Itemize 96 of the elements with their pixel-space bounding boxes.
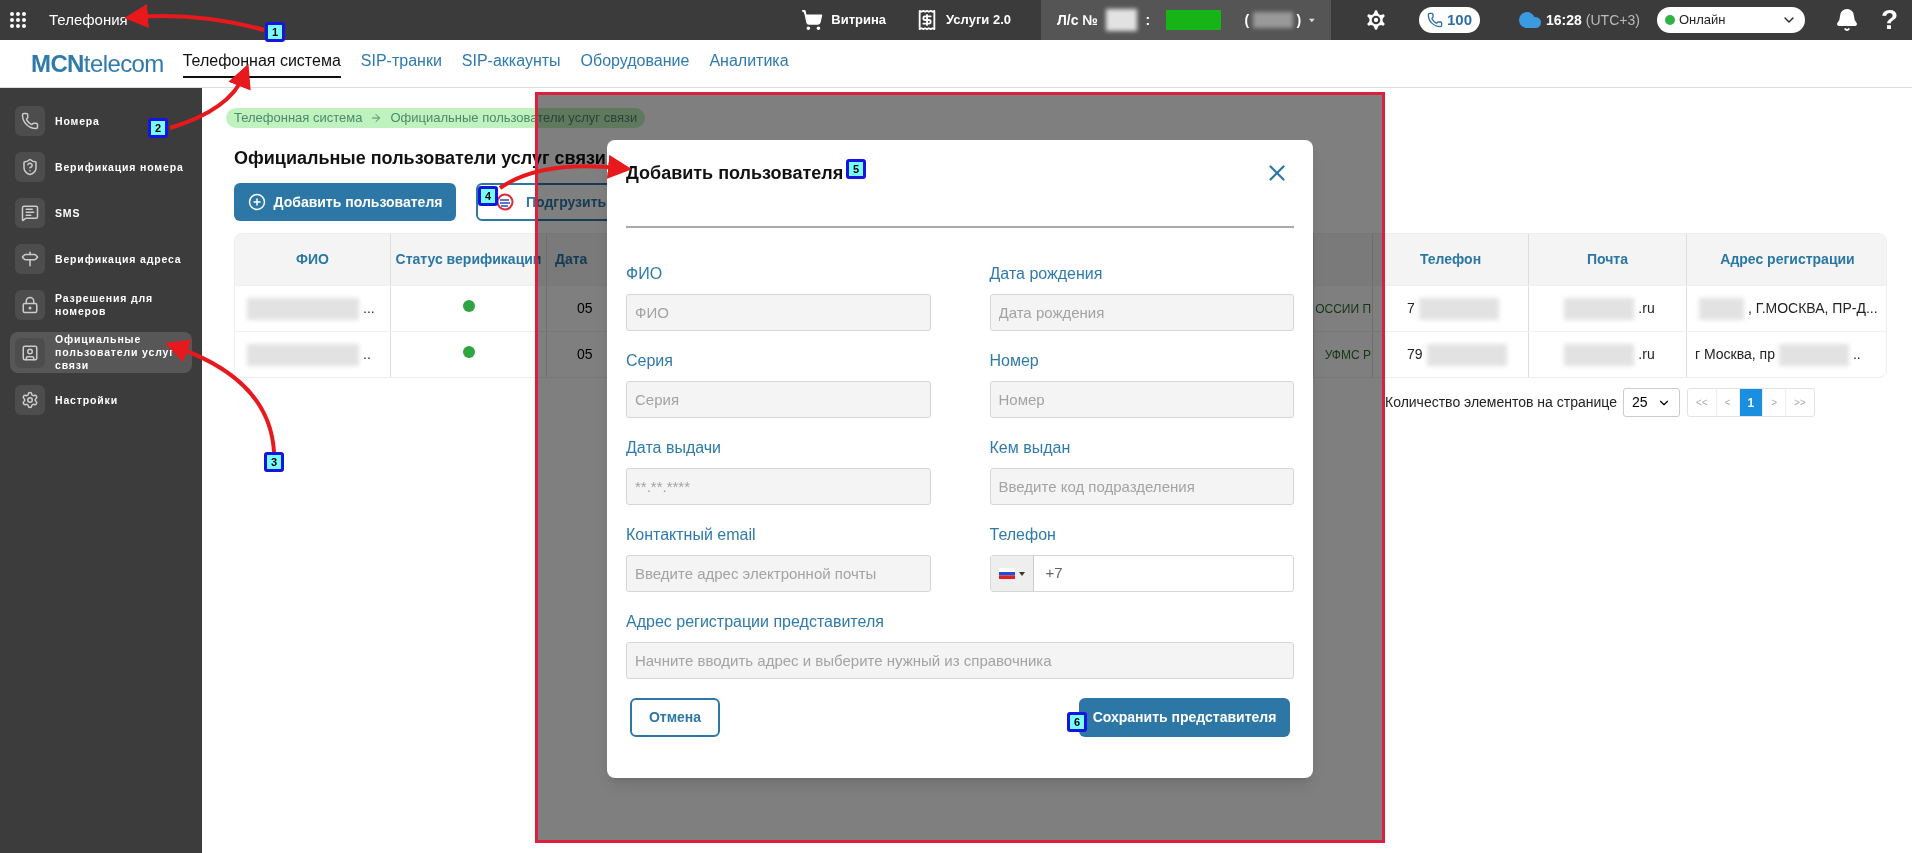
field-label: Серия bbox=[626, 351, 674, 371]
arrow-icon bbox=[370, 112, 383, 124]
account-label: Л/с № bbox=[1057, 10, 1098, 30]
field-label: Дата рождения bbox=[989, 264, 1104, 284]
phone-field[interactable]: +7 bbox=[989, 555, 1294, 592]
clock-time: 16:28 bbox=[1546, 10, 1582, 30]
blurred-redaction bbox=[1253, 12, 1293, 28]
app-grid-icon[interactable] bbox=[9, 11, 27, 29]
page-button[interactable]: 1 bbox=[1739, 389, 1764, 416]
callout-badge: 4 bbox=[478, 186, 498, 206]
phone-input[interactable]: +7 bbox=[1033, 556, 1293, 591]
flag-icon bbox=[998, 568, 1015, 579]
lock-icon bbox=[21, 296, 39, 314]
shield-icon bbox=[21, 158, 39, 176]
redaction-block bbox=[1166, 10, 1221, 30]
account-selector[interactable]: Л/с № : ( ) bbox=[1041, 0, 1331, 40]
country-picker[interactable] bbox=[990, 556, 1034, 591]
input-field[interactable]: Номер bbox=[989, 381, 1294, 418]
column-header: Телефон bbox=[1419, 250, 1482, 269]
chat-icon bbox=[21, 204, 39, 222]
field-label: Контактный email bbox=[626, 525, 757, 545]
status-select[interactable]: Онлайн bbox=[1656, 7, 1805, 33]
sidebar-item[interactable]: Разрешения для номеров bbox=[10, 286, 192, 324]
phone-icon bbox=[21, 112, 39, 130]
cell-text: г Москва, пр bbox=[1695, 345, 1775, 364]
sidebar-item[interactable]: Верификация номера bbox=[10, 148, 192, 186]
separator-text: : bbox=[1145, 10, 1151, 30]
field-label: Адрес регистрации представителя bbox=[626, 612, 885, 632]
calls-pill[interactable]: 100 bbox=[1419, 7, 1480, 33]
cell-text: .. bbox=[363, 345, 371, 364]
input-field[interactable]: Серия bbox=[626, 381, 931, 418]
column-header: ФИО bbox=[296, 250, 329, 269]
field-label: Номер bbox=[989, 351, 1040, 371]
add-user-button[interactable]: Добавить пользователя bbox=[234, 183, 456, 221]
column-header: Почта bbox=[1586, 250, 1628, 269]
cell-text: ... bbox=[363, 299, 375, 318]
modal-title: Добавить пользователя bbox=[626, 161, 844, 185]
nav-tab[interactable]: Оборудование bbox=[580, 49, 690, 78]
bell-icon[interactable] bbox=[1834, 8, 1859, 32]
column-header: Дата bbox=[555, 250, 588, 269]
input-field[interactable]: ФИО bbox=[626, 294, 931, 331]
input-field[interactable]: Дата рождения bbox=[989, 294, 1294, 331]
sidebar-item[interactable]: SMS bbox=[10, 194, 192, 232]
input-field[interactable]: Начните вводить адрес и выберите нужный из справочника bbox=[626, 642, 1294, 679]
column-header: Адрес регистрации bbox=[1720, 250, 1855, 269]
field-label: Дата выдачи bbox=[626, 438, 723, 458]
cart-icon bbox=[801, 9, 824, 31]
store-link[interactable]: Витрина bbox=[801, 9, 887, 31]
nav-tab[interactable]: SIP-транки bbox=[360, 49, 442, 78]
cell-text: .ru bbox=[1638, 299, 1655, 318]
sidebar-item[interactable]: Официальные пользователи услуг связи bbox=[10, 332, 192, 373]
callout-badge: 6 bbox=[1067, 712, 1087, 732]
cell-text: 05 bbox=[577, 299, 593, 318]
input-field[interactable]: **.**.**** bbox=[626, 468, 931, 505]
nav-tab[interactable]: Аналитика bbox=[709, 49, 789, 78]
cell-text: .ru bbox=[1638, 345, 1655, 364]
contact-card-icon bbox=[21, 343, 39, 362]
logo-icon bbox=[496, 193, 514, 211]
sidebar-item[interactable]: Настройки bbox=[10, 381, 192, 419]
cell-text: УФМС Р bbox=[1324, 346, 1371, 364]
callout-badge: 2 bbox=[148, 118, 168, 138]
page-size-select[interactable]: 25 bbox=[1622, 388, 1680, 417]
save-button[interactable]: Сохранить представителя bbox=[1079, 698, 1290, 737]
nav-tab[interactable]: Телефонная система bbox=[182, 49, 341, 78]
callout-badge: 1 bbox=[265, 22, 285, 42]
brand-logo[interactable]: MCNtelecom bbox=[31, 45, 164, 82]
help-icon[interactable]: ? bbox=[1880, 0, 1898, 41]
cell-text: 7 bbox=[1407, 299, 1415, 318]
callout-badge: 3 bbox=[264, 452, 284, 472]
cell-text: ОССИИ П bbox=[1315, 300, 1371, 318]
plus-icon bbox=[247, 193, 266, 211]
cell-text: , Г.МОСКВА, ПР-Д... bbox=[1748, 299, 1878, 318]
sidebar-item[interactable]: Верификация адреса bbox=[10, 240, 192, 278]
cell-text: 05 bbox=[577, 345, 593, 364]
field-label: Телефон bbox=[989, 525, 1057, 545]
paren-text: ( bbox=[1244, 10, 1250, 30]
caret-icon bbox=[1309, 17, 1315, 23]
input-field[interactable]: Введите код подразделения bbox=[989, 468, 1294, 505]
caret-icon bbox=[1018, 571, 1025, 576]
cell-text: 79 bbox=[1407, 345, 1423, 364]
timezone-text: (UTC+3) bbox=[1585, 10, 1640, 30]
breadcrumb-link[interactable]: Телефонная система bbox=[234, 108, 363, 128]
signpost-icon bbox=[21, 250, 39, 268]
services-link[interactable]: Услуги 2.0 bbox=[916, 9, 1011, 31]
cancel-button[interactable]: Отмена bbox=[630, 698, 720, 737]
app-title: Телефония bbox=[49, 9, 128, 30]
nav-tab[interactable]: SIP-аккаунты bbox=[461, 49, 561, 78]
paren-text: ) bbox=[1296, 10, 1302, 30]
callout-badge: 5 bbox=[846, 159, 866, 179]
page-size-label: Количество элементов на странице bbox=[1385, 393, 1617, 412]
phone-icon bbox=[1427, 12, 1443, 28]
field-label: Кем выдан bbox=[989, 438, 1072, 458]
cell-text: .. bbox=[1852, 345, 1861, 364]
field-label: ФИО bbox=[626, 264, 664, 284]
input-field[interactable]: Введите адрес электронной почты bbox=[626, 555, 931, 592]
gear-icon bbox=[21, 391, 39, 409]
